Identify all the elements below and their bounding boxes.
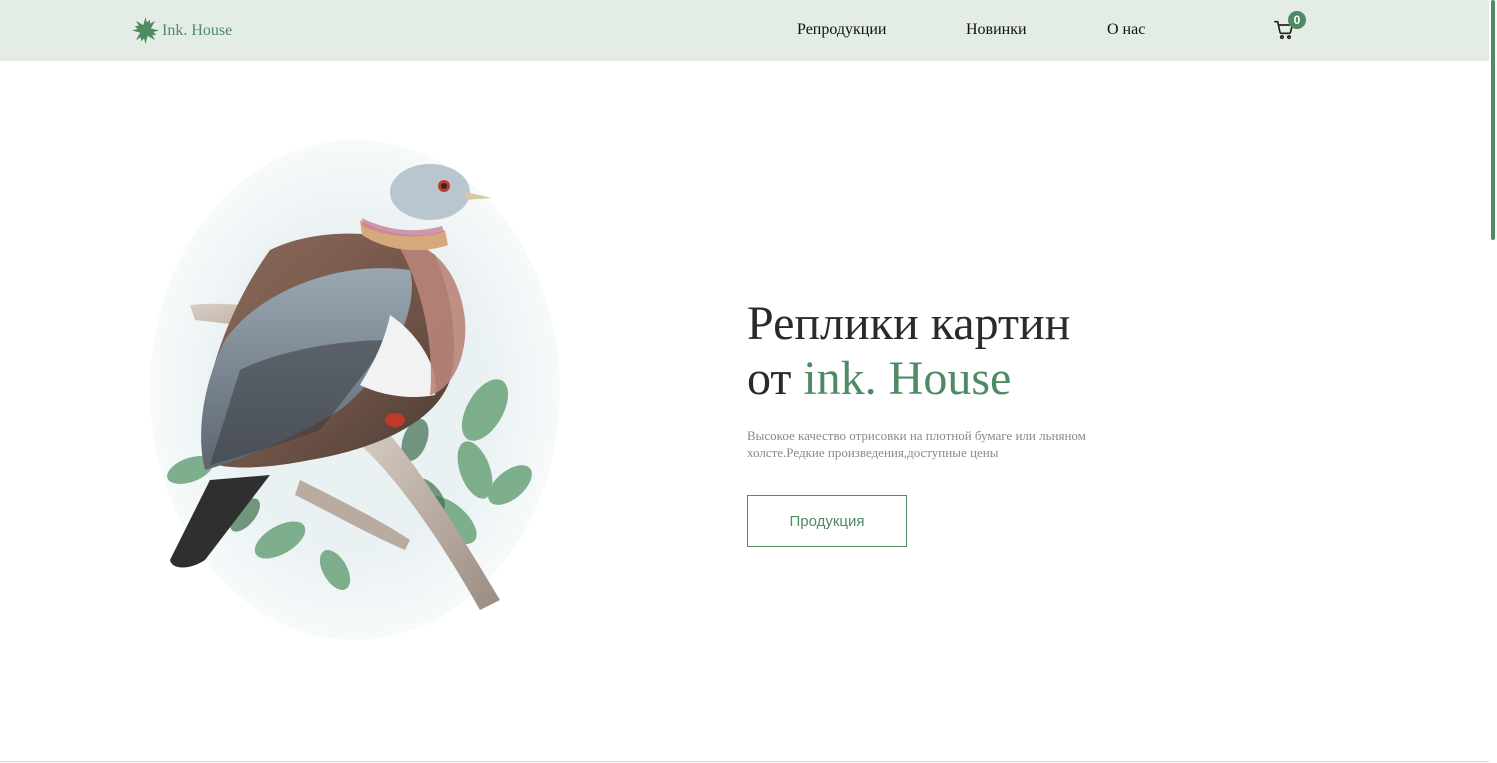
products-button[interactable]: Продукция: [747, 495, 907, 547]
cart-count-badge: 0: [1288, 11, 1306, 29]
cart-button[interactable]: 0: [1274, 11, 1306, 42]
hero-title: Реплики картин от ink. House: [747, 296, 1070, 406]
logo-link[interactable]: Ink. House: [131, 16, 232, 45]
nav-link-reproductions[interactable]: Репродукции: [797, 21, 887, 39]
nav-link-new-arrivals[interactable]: Новинки: [966, 21, 1027, 39]
hero-title-line1: Реплики картин: [747, 297, 1071, 350]
hero-title-prefix: от: [747, 352, 792, 405]
logo-text: Ink. House: [162, 21, 233, 39]
pigeon-illustration: [150, 140, 560, 640]
hero-description: Высокое качество отрисовки на плотной бу…: [747, 428, 1086, 460]
nav-link-about[interactable]: О нас: [1107, 21, 1145, 39]
section-divider: [0, 761, 1489, 762]
page-scrollbar[interactable]: [1489, 0, 1497, 763]
site-header: Ink. House Репродукции Новинки О нас 0: [0, 0, 1489, 61]
scrollbar-thumb[interactable]: [1491, 0, 1495, 240]
logo-star-icon: [131, 16, 160, 45]
page: Ink. House Репродукции Новинки О нас 0 Р…: [0, 0, 1497, 763]
hero-title-accent: ink. House: [803, 352, 1012, 405]
